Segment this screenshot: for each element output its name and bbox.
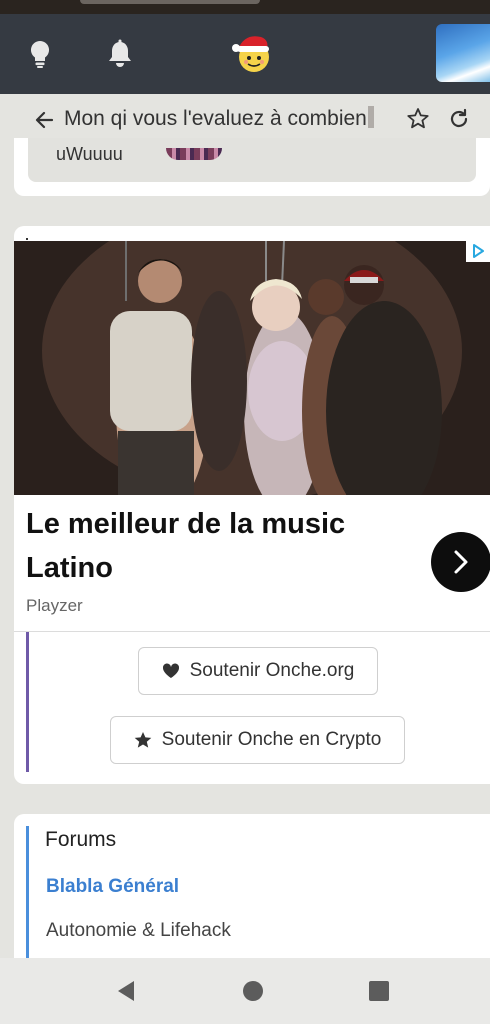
forum-item-autonomie[interactable]: Autonomie & Lifehack [46, 920, 231, 942]
support-accent-bar [26, 632, 29, 772]
star-icon[interactable] [405, 106, 431, 132]
santa-emoji-icon[interactable] [230, 30, 276, 76]
forum-item-blabla[interactable]: Blabla Général [46, 876, 179, 898]
forums-accent-bar [26, 826, 29, 976]
chevron-right-icon [454, 550, 468, 574]
nav-recents-icon[interactable] [365, 978, 393, 1004]
tab-handle [80, 0, 260, 4]
android-nav-bar [0, 958, 490, 1024]
thread-title: Mon qi vous l'evaluez à combien [64, 106, 374, 131]
support-button-label: Soutenir Onche.org [189, 660, 355, 681]
avatar[interactable] [436, 24, 490, 82]
ad-advertiser[interactable]: Playzer [26, 596, 83, 616]
nav-back-icon[interactable] [112, 978, 140, 1004]
ad-image[interactable] [14, 241, 490, 495]
heart-icon [162, 663, 179, 678]
back-arrow-icon[interactable] [32, 107, 58, 133]
forums-card: Forums Blabla Général Autonomie & Lifeha… [14, 814, 490, 976]
status-strip [0, 0, 490, 14]
support-crypto-button[interactable]: Soutenir Onche en Crypto [110, 716, 405, 764]
support-button[interactable]: Soutenir Onche.org [138, 647, 378, 695]
bell-icon[interactable] [100, 34, 140, 74]
adchoices-icon[interactable] [466, 240, 490, 262]
star-solid-icon [134, 732, 151, 748]
post-preview-inner: uWuuuu [28, 138, 476, 182]
lightbulb-icon[interactable] [20, 34, 60, 74]
forums-title: Forums [45, 828, 117, 851]
ad-card: Le meilleur de la music Latino Playzer S… [14, 226, 490, 784]
sticker-image [166, 148, 222, 160]
ad-headline[interactable]: Le meilleur de la music Latino [26, 502, 416, 590]
nav-home-icon[interactable] [239, 978, 267, 1004]
reload-icon[interactable] [446, 106, 472, 132]
post-preview-card: uWuuuu [14, 138, 490, 196]
ad-next-button[interactable] [431, 532, 490, 592]
top-toolbar [0, 14, 490, 94]
support-crypto-label: Soutenir Onche en Crypto [161, 729, 382, 750]
post-username[interactable]: uWuuuu [56, 144, 123, 165]
